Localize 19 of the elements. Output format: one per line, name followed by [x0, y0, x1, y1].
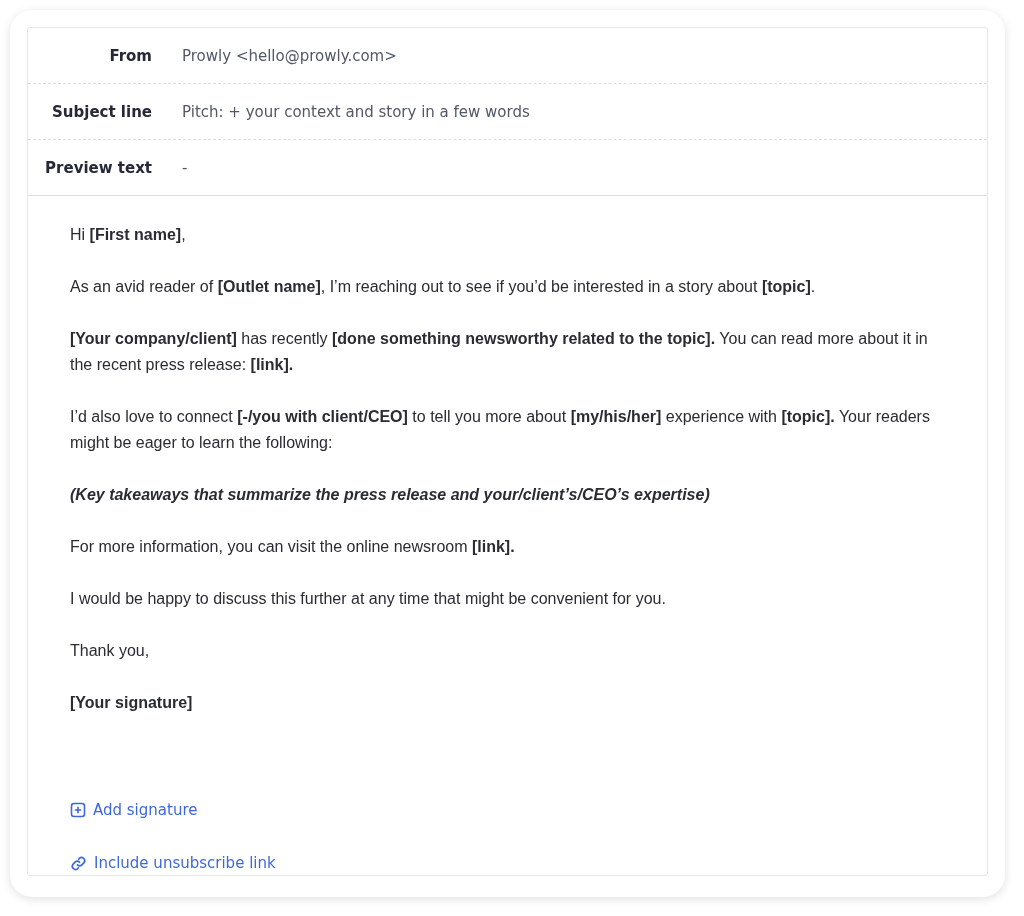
field-label: Subject line	[51, 102, 152, 121]
body-paragraph: As an avid reader of [Outlet name], I’m reaching out to see if you’d be interested in a story about [topic].	[70, 277, 817, 297]
body-paragraph: Hi [First name],	[70, 225, 187, 245]
body-paragraph: [Your company/client] has recently [done something newsworthy related to the topic]. You can read more about it in the recent press release: [link].	[70, 329, 929, 375]
signature-text: [Your signature]	[70, 693, 194, 713]
body-paragraph: Thank you,	[70, 641, 151, 661]
body-paragraph: For more information, you can visit the online newsroom [link].	[70, 537, 516, 557]
plus-square-icon	[70, 802, 86, 818]
link-icon	[70, 854, 87, 872]
field-value: Pitch: + your context and story in a few words	[182, 102, 530, 121]
field-value: Prowly <hello@prowly.com>	[182, 46, 397, 65]
key-takeaways-text: (Key takeaways that summarize the press release and your/client’s/CEO’s expertise)	[70, 485, 711, 505]
field-label: Preview text	[44, 158, 152, 177]
unsubscribe-link[interactable]: Include unsubscribe link	[70, 850, 276, 876]
add-signature-link[interactable]: Add signature	[70, 797, 198, 823]
field-label: From	[108, 46, 152, 65]
body-paragraph: I’d also love to connect [-/you with client/CEO] to tell you more about [my/his/her] experience with [topic]. Your readers might be eager to learn the following:	[70, 407, 931, 453]
field-value: -	[182, 158, 188, 177]
body-paragraph: I would be happy to discuss this further at any time that might be convenient for you.	[70, 589, 667, 609]
